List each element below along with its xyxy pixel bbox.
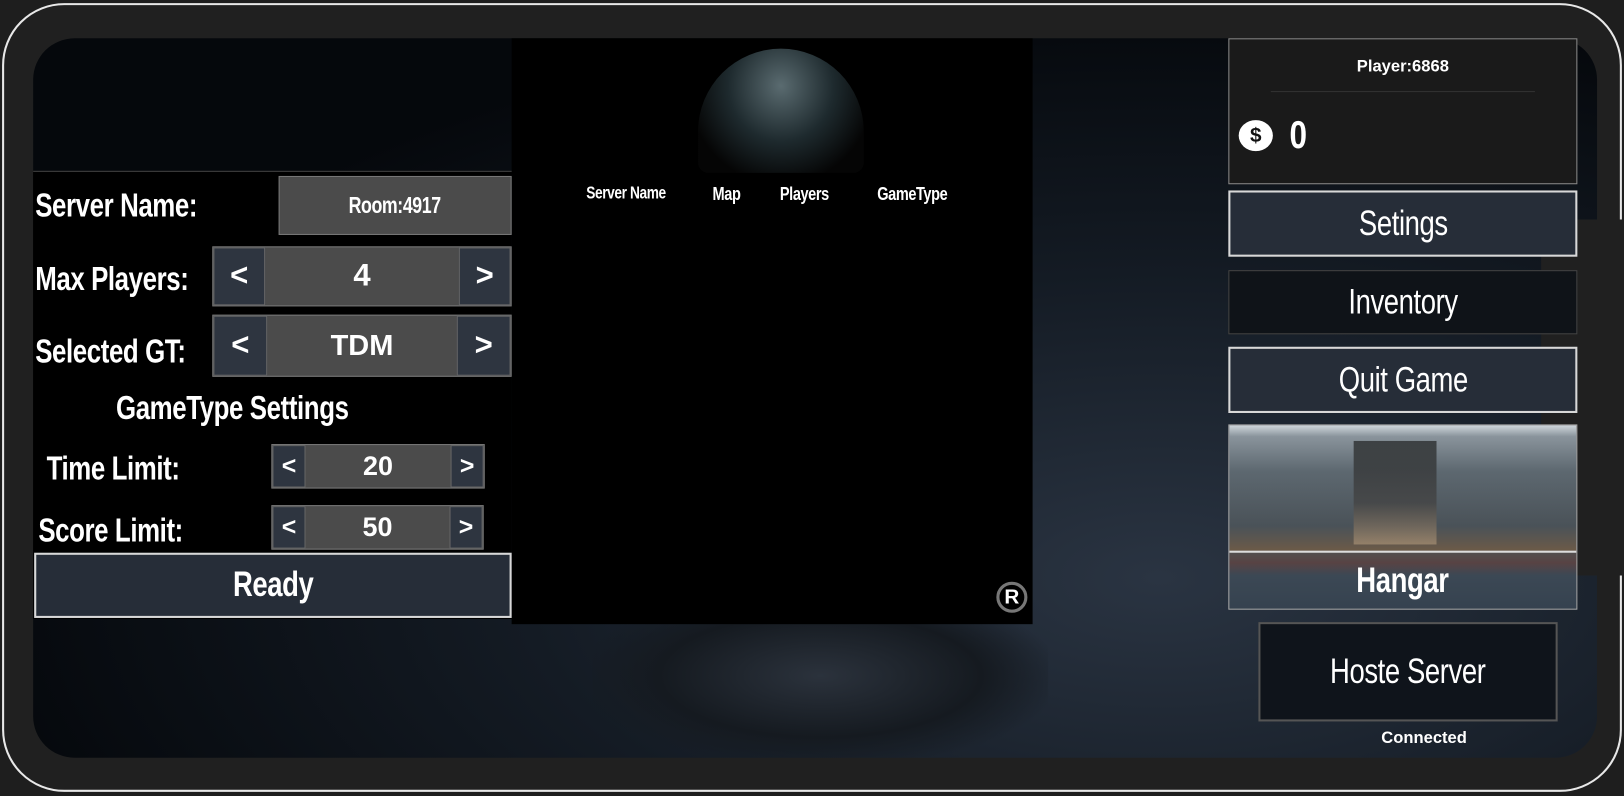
score-limit-label: Score Limit: bbox=[38, 511, 183, 549]
max-players-label: Max Players: bbox=[35, 259, 189, 298]
server-list: Server Name Map Players GameType R bbox=[511, 38, 1033, 625]
gametype-settings-title: GameType Settings bbox=[115, 389, 349, 427]
server-name-label: Server Name: bbox=[35, 186, 198, 224]
profile-panel: Player:6868 $ 0 bbox=[1228, 38, 1578, 185]
gametype-next-button[interactable]: > bbox=[456, 315, 511, 376]
time-limit-label: Time Limit: bbox=[46, 449, 180, 487]
inventory-button[interactable]: Inventory bbox=[1228, 270, 1578, 335]
coin-balance: 0 bbox=[1289, 113, 1307, 158]
settings-button[interactable]: Setings bbox=[1228, 190, 1578, 257]
helmet-image bbox=[698, 48, 864, 173]
map-name: Hangar bbox=[1229, 550, 1577, 609]
gametype-stepper[interactable]: < TDM > bbox=[212, 314, 512, 377]
host-settings-panel: Server Name: Room:4917 Max Players: < 4 … bbox=[33, 170, 512, 619]
map-selector[interactable]: Hangar bbox=[1228, 424, 1578, 610]
connection-status: Connected bbox=[1381, 729, 1467, 748]
map-preview-image bbox=[1353, 440, 1437, 545]
time-limit-stepper[interactable]: < 20 > bbox=[271, 444, 485, 489]
refresh-icon: R bbox=[1004, 585, 1020, 609]
gametype-prev-button[interactable]: < bbox=[213, 315, 268, 376]
column-players: Players bbox=[779, 183, 829, 204]
host-server-button[interactable]: Hoste Server bbox=[1258, 622, 1558, 722]
time-limit-value: 20 bbox=[363, 450, 393, 482]
coin-icon: $ bbox=[1238, 120, 1273, 152]
score-limit-prev-button[interactable]: < bbox=[272, 506, 306, 549]
column-map: Map bbox=[712, 183, 741, 204]
score-limit-stepper[interactable]: < 50 > bbox=[271, 505, 484, 550]
time-limit-prev-button[interactable]: < bbox=[272, 445, 306, 488]
column-server-name: Server Name bbox=[586, 183, 666, 203]
max-players-value: 4 bbox=[353, 258, 371, 293]
selected-gt-label: Selected GT: bbox=[35, 332, 186, 370]
gametype-value: TDM bbox=[330, 329, 394, 362]
quit-game-button[interactable]: Quit Game bbox=[1228, 346, 1578, 414]
time-limit-next-button[interactable]: > bbox=[450, 445, 484, 488]
column-gametype: GameType bbox=[877, 183, 948, 204]
server-name-input[interactable]: Room:4917 bbox=[278, 175, 512, 235]
max-players-prev-button[interactable]: < bbox=[213, 247, 266, 306]
ready-button[interactable]: Ready bbox=[34, 552, 512, 618]
refresh-button[interactable]: R bbox=[996, 581, 1028, 613]
max-players-stepper[interactable]: < 4 > bbox=[212, 246, 512, 307]
score-limit-value: 50 bbox=[362, 511, 393, 543]
soldier-silhouette bbox=[592, 617, 1049, 758]
max-players-next-button[interactable]: > bbox=[458, 247, 511, 306]
score-limit-next-button[interactable]: > bbox=[449, 506, 483, 549]
player-name: Player:6868 bbox=[1356, 57, 1449, 76]
